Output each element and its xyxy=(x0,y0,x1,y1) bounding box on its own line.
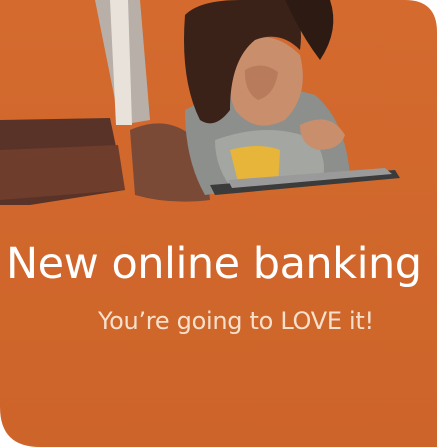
headline: New online banking xyxy=(6,239,422,289)
promo-banner[interactable]: New online banking You’re going to LOVE … xyxy=(0,0,437,447)
subheadline: You’re going to LOVE it! xyxy=(98,307,374,335)
banner-background xyxy=(0,0,437,447)
